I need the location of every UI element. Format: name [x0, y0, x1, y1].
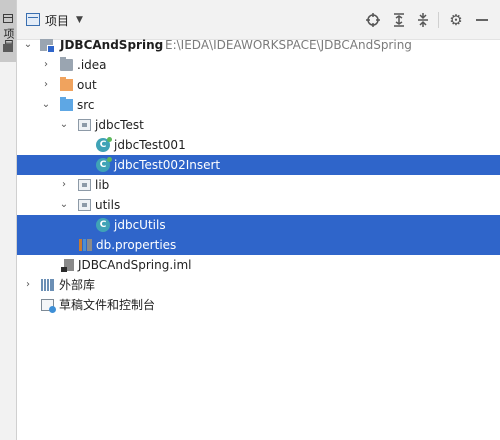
tree-item-label: utils: [95, 198, 121, 212]
tree-item-label: jdbcTest001: [114, 138, 186, 152]
tree-row-package-jdbctest[interactable]: ⌄ jdbcTest: [17, 115, 500, 135]
toolbar-divider: [438, 12, 439, 28]
project-panel-header: 项目 ▼ ⚙: [17, 0, 500, 40]
gear-icon[interactable]: ⚙: [447, 11, 465, 29]
collapse-all-icon[interactable]: [414, 11, 432, 29]
project-tool-tab[interactable]: 项目: [0, 0, 16, 62]
project-view-icon: [26, 13, 40, 26]
tree-row-external-libraries[interactable]: › 外部库: [17, 275, 500, 295]
tree-row-class-jdbctest001[interactable]: C jdbcTest001: [17, 135, 500, 155]
chevron-right-icon[interactable]: ›: [23, 275, 33, 295]
locate-icon[interactable]: [364, 11, 382, 29]
module-icon: [40, 39, 55, 53]
chevron-down-icon[interactable]: ⌄: [59, 195, 69, 215]
tree-row-src[interactable]: ⌄ src: [17, 95, 500, 115]
tree-item-label: 草稿文件和控制台: [59, 298, 156, 312]
expand-all-icon[interactable]: [390, 11, 408, 29]
tree-row-out[interactable]: › out: [17, 75, 500, 95]
tree-row-iml[interactable]: JDBCAndSpring.iml: [17, 255, 500, 275]
project-view-icon: [3, 14, 13, 23]
chevron-right-icon[interactable]: ›: [41, 55, 51, 75]
properties-file-icon: [79, 239, 92, 251]
package-icon: [78, 179, 91, 191]
library-icon: [41, 279, 54, 291]
tree-item-label: db.properties: [96, 238, 177, 252]
java-class-icon: C: [96, 218, 110, 232]
tree-item-label: 外部库: [59, 278, 96, 292]
tree-item-label: jdbcTest: [95, 118, 144, 132]
tree-row-project-root[interactable]: ⌄ JDBCAndSpring E:\IEDA\IDEAWORKSPACE\JD…: [17, 35, 500, 55]
module-file-icon: [61, 259, 74, 272]
tool-window-strip: 项目: [0, 0, 17, 440]
java-class-icon: C: [96, 157, 112, 172]
tree-item-label: JDBCAndSpring.iml: [78, 258, 192, 272]
tree-row-package-utils[interactable]: ⌄ utils: [17, 195, 500, 215]
package-icon: [78, 119, 91, 131]
tree-row-package-lib[interactable]: › lib: [17, 175, 500, 195]
tree-item-label: src: [77, 98, 95, 112]
project-tree[interactable]: ⌄ JDBCAndSpring E:\IEDA\IDEAWORKSPACE\JD…: [17, 35, 500, 315]
tree-item-label: .idea: [77, 58, 107, 72]
package-icon: [78, 199, 91, 211]
chevron-right-icon[interactable]: ›: [59, 175, 69, 195]
tree-item-label: lib: [95, 178, 110, 192]
tree-item-label: out: [77, 78, 97, 92]
view-title[interactable]: 项目: [45, 12, 69, 29]
folder-icon: [60, 57, 73, 71]
tree-row-idea[interactable]: › .idea: [17, 55, 500, 75]
project-path: E:\IEDA\IDEAWORKSPACE\JDBCAndSpring: [165, 38, 412, 52]
source-folder-icon: [60, 97, 73, 111]
chevron-down-icon[interactable]: ▼: [76, 15, 83, 25]
tree-row-db-properties[interactable]: db.properties: [17, 235, 500, 255]
tree-item-label: jdbcUtils: [114, 218, 166, 232]
scratches-icon: [41, 299, 56, 313]
chevron-right-icon[interactable]: ›: [41, 75, 51, 95]
chevron-down-icon[interactable]: ⌄: [59, 115, 69, 135]
tree-row-class-jdbcutils[interactable]: C jdbcUtils: [17, 215, 500, 235]
java-class-icon: C: [96, 137, 112, 152]
tree-item-label: jdbcTest002Insert: [114, 158, 221, 172]
tree-row-scratches[interactable]: 草稿文件和控制台: [17, 295, 500, 315]
excluded-folder-icon: [60, 77, 73, 91]
chevron-down-icon[interactable]: ⌄: [23, 35, 33, 55]
tree-row-class-jdbctest002insert[interactable]: C jdbcTest002Insert: [17, 155, 500, 175]
chevron-down-icon[interactable]: ⌄: [41, 95, 51, 115]
project-name: JDBCAndSpring: [60, 38, 164, 52]
hide-icon[interactable]: [473, 11, 491, 29]
folder-icon: [3, 44, 13, 52]
